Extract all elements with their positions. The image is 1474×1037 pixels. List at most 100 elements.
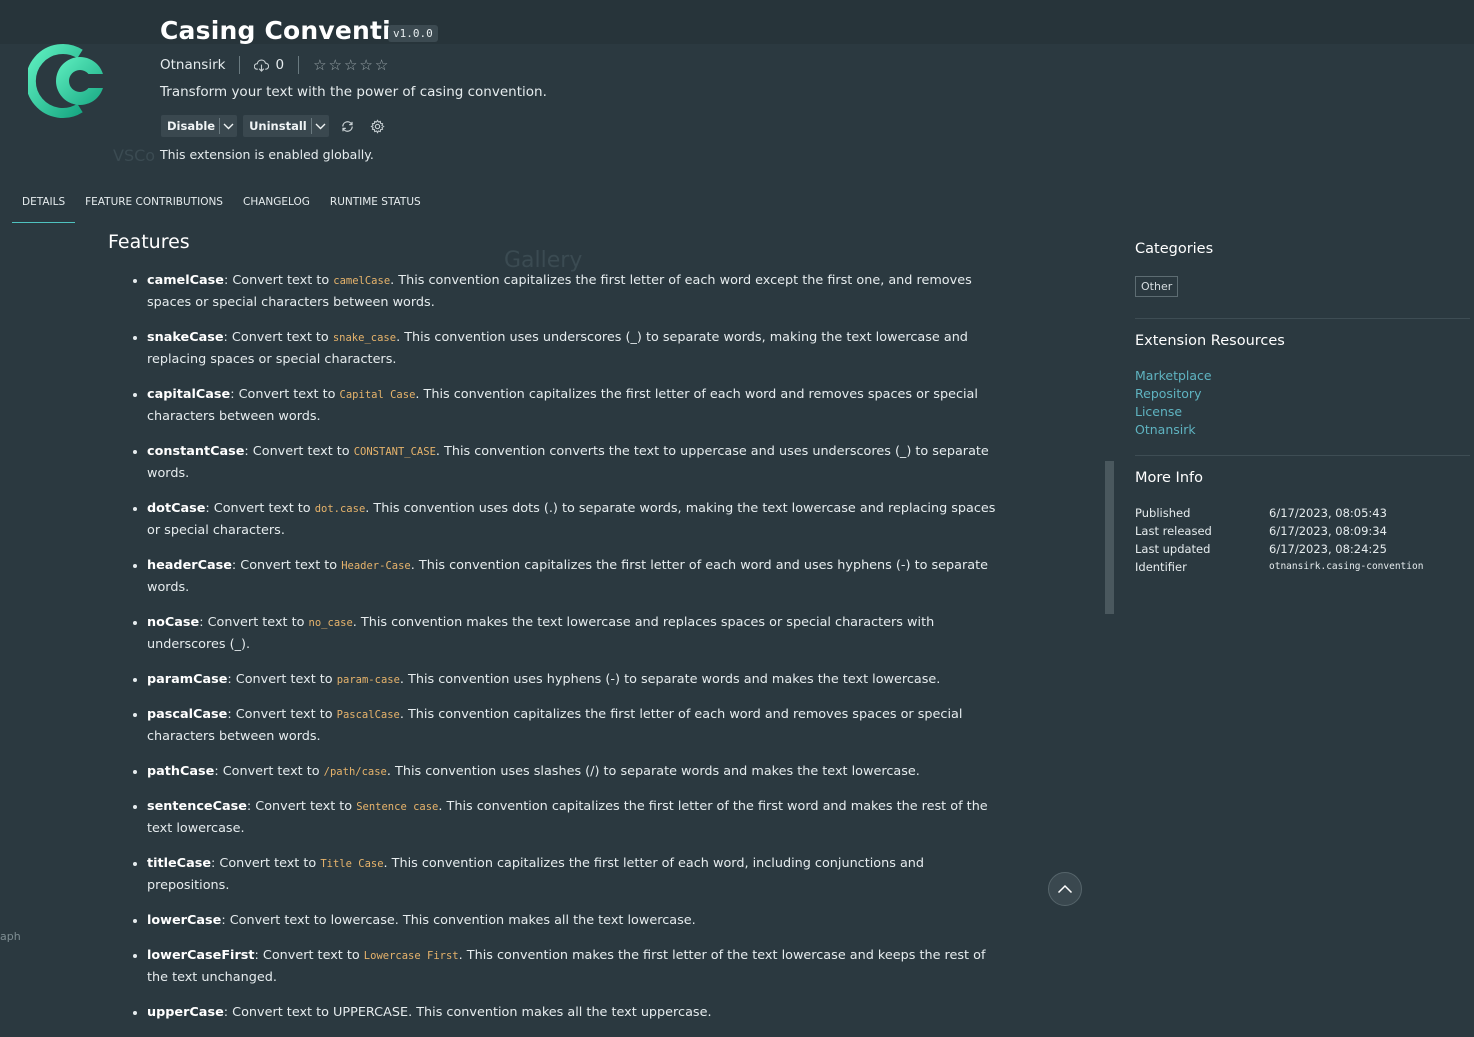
feature-name: pascalCase <box>147 707 228 722</box>
feature-name: lowerCase <box>147 913 222 928</box>
features-list: camelCase: Convert text to camelCase. Th… <box>128 270 1007 1037</box>
list-item: constantCase: Convert text to CONSTANT_C… <box>147 441 1007 485</box>
info-key: Last updated <box>1135 542 1211 556</box>
list-item: capitalCase: Convert text to Capital Cas… <box>147 384 1007 428</box>
list-item: dotCase: Convert text to dot.case. This … <box>147 498 1007 542</box>
tab-runtime-status[interactable]: RUNTIME STATUS <box>320 190 431 222</box>
feature-code: CONSTANT_CASE <box>353 446 436 458</box>
info-key: Identifier <box>1135 560 1187 574</box>
feature-name: camelCase <box>147 273 224 288</box>
sync-icon[interactable] <box>337 115 359 137</box>
features-heading: Features <box>108 231 190 253</box>
feature-text: : Convert text to <box>246 799 357 814</box>
feature-code: dot.case <box>314 503 366 515</box>
divider <box>1135 455 1470 456</box>
feature-name: titleCase <box>147 856 212 871</box>
feature-name: pathCase <box>147 764 215 779</box>
info-value: otnansirk.casing-convention <box>1269 561 1424 572</box>
info-key: Published <box>1135 506 1191 520</box>
resources-list: Marketplace Repository License Otnansirk <box>1135 367 1212 439</box>
list-item: noCase: Convert text to no_case. This co… <box>147 612 1007 656</box>
feature-name: dotCase <box>147 501 206 516</box>
info-value: 6/17/2023, 08:05:43 <box>1269 506 1387 520</box>
install-count: 0 <box>275 57 285 73</box>
feature-text: . This convention uses hyphens (-) to se… <box>399 672 941 687</box>
chevron-down-icon[interactable] <box>310 118 329 134</box>
info-row: Identifier otnansirk.casing-convention <box>1135 558 1423 576</box>
publisher-resource-link[interactable]: Otnansirk <box>1135 421 1212 439</box>
feature-code: Sentence case <box>356 801 439 813</box>
info-row: Last released 6/17/2023, 08:09:34 <box>1135 522 1423 540</box>
feature-text: : Convert text to <box>227 672 337 687</box>
feature-name: upperCase <box>147 1005 224 1020</box>
feature-code: Title Case <box>320 858 384 870</box>
extension-description: Transform your text with the power of ca… <box>160 84 547 100</box>
rating-stars[interactable]: ☆☆☆☆☆ <box>313 56 390 74</box>
feature-name: lowerCaseFirst <box>147 948 255 963</box>
list-item: sentenceCase: Convert text to Sentence c… <box>147 796 1007 840</box>
info-value: 6/17/2023, 08:24:25 <box>1269 542 1387 556</box>
publisher-link[interactable]: Otnansirk <box>160 57 225 73</box>
chevron-up-icon <box>1057 884 1073 894</box>
scrollbar-thumb[interactable] <box>1105 461 1114 614</box>
uninstall-button-label: Uninstall <box>249 119 307 133</box>
version-badge: v1.0.0 <box>388 25 438 42</box>
feature-name: paramCase <box>147 672 228 687</box>
feature-name: constantCase <box>147 444 245 459</box>
separator <box>298 56 300 74</box>
list-item: paramCase: Convert text to param-case. T… <box>147 669 1007 691</box>
uninstall-button[interactable]: Uninstall <box>243 115 329 137</box>
disable-button-label: Disable <box>167 119 216 133</box>
more-info-heading: More Info <box>1135 470 1203 486</box>
info-key: Last released <box>1135 524 1212 538</box>
repository-link[interactable]: Repository <box>1135 385 1212 403</box>
list-item: pascalCase: Convert text to PascalCase. … <box>147 704 1007 748</box>
feature-code: param-case <box>336 674 400 686</box>
marketplace-link[interactable]: Marketplace <box>1135 367 1212 385</box>
feature-text: : Convert text to <box>227 707 337 722</box>
separator <box>239 56 241 74</box>
extension-title: Casing Convention <box>160 16 427 45</box>
list-item: titleCase: Convert text to Title Case. T… <box>147 853 1007 897</box>
chevron-down-icon[interactable] <box>219 118 237 134</box>
cloud-download-icon <box>254 59 270 72</box>
category-badge[interactable]: Other <box>1135 276 1179 297</box>
tab-changelog[interactable]: CHANGELOG <box>233 190 320 222</box>
status-bar-fragment: aph <box>0 930 21 943</box>
list-item: upperCase: Convert text to UPPERCASE. Th… <box>147 1002 1007 1024</box>
feature-text: : Convert text to <box>205 501 315 516</box>
feature-code: snake_case <box>332 332 397 344</box>
feature-code: Capital Case <box>339 389 416 401</box>
feature-text: : Convert text to <box>223 330 333 345</box>
info-value: 6/17/2023, 08:09:34 <box>1269 524 1387 538</box>
feature-text: . This convention uses slashes (/) to se… <box>386 764 920 779</box>
list-item: headerCase: Convert text to Header-Case.… <box>147 555 1007 599</box>
disable-button[interactable]: Disable <box>161 115 238 137</box>
scroll-to-top-button[interactable] <box>1048 872 1082 906</box>
feature-name: noCase <box>147 615 200 630</box>
gear-icon[interactable] <box>367 115 389 137</box>
feature-text: : Convert text to <box>244 444 354 459</box>
feature-code: Header-Case <box>341 560 411 572</box>
enablement-status: This extension is enabled globally. <box>160 147 374 162</box>
feature-text: : Convert text to <box>211 856 321 871</box>
publisher-row: Otnansirk 0 ☆☆☆☆☆ <box>160 55 390 75</box>
feature-code: /path/case <box>323 766 387 778</box>
tab-details[interactable]: DETAILS <box>12 190 76 223</box>
feature-text: : Convert text to <box>223 273 334 288</box>
action-bar: Disable Uninstall <box>161 115 389 137</box>
categories-heading: Categories <box>1135 241 1214 257</box>
list-item: snakeCase: Convert text to snake_case. T… <box>147 327 1007 371</box>
details-tabs: DETAILS FEATURE CONTRIBUTIONS CHANGELOG … <box>12 190 431 223</box>
feature-code: Lowercase First <box>363 950 459 962</box>
ghost-vsc: VSCo <box>113 146 156 165</box>
feature-text: : Convert text to <box>214 764 324 779</box>
feature-text: : Convert text to <box>199 615 309 630</box>
tab-feature-contributions[interactable]: FEATURE CONTRIBUTIONS <box>75 190 233 222</box>
license-link[interactable]: License <box>1135 403 1212 421</box>
list-item: camelCase: Convert text to camelCase. Th… <box>147 270 1007 314</box>
extension-logo <box>28 44 110 118</box>
feature-text: : Convert text to <box>230 387 340 402</box>
feature-code: PascalCase <box>336 709 400 721</box>
list-item: lowerCaseFirst: Convert text to Lowercas… <box>147 945 1007 989</box>
